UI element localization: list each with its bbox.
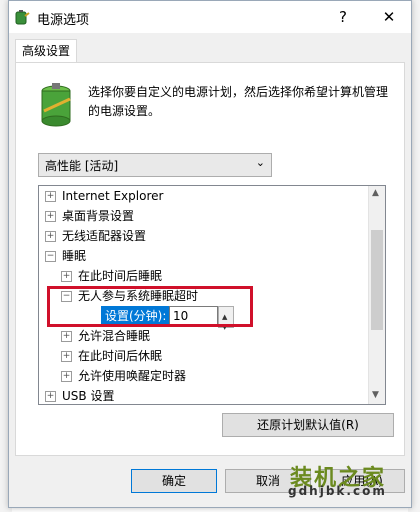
tree-item-label: Internet Explorer <box>62 189 164 203</box>
power-plan-icon <box>41 83 71 127</box>
title-bar: 电源选项 ? ✕ <box>9 1 411 33</box>
tree-item-internet-explorer[interactable]: + Internet Explorer <box>45 186 163 206</box>
tab-strip: 高级设置 <box>9 33 411 64</box>
tree-item-label: 在此时间后休眠 <box>78 349 163 363</box>
tree-item-label: 允许使用唤醒定时器 <box>78 369 187 383</box>
tree-item-label: 桌面背景设置 <box>62 209 135 223</box>
expand-icon[interactable]: + <box>45 211 56 222</box>
tree-item-sleep[interactable]: − 睡眠 <box>45 246 86 266</box>
help-button[interactable]: ? <box>321 1 365 33</box>
expand-icon[interactable]: + <box>45 191 56 202</box>
watermark-url: gdhjbk.com <box>288 484 387 498</box>
window-title: 电源选项 <box>37 13 90 28</box>
expand-icon[interactable]: + <box>45 231 56 242</box>
tab-advanced-settings[interactable]: 高级设置 <box>15 39 77 64</box>
tree-item-sleep-after[interactable]: + 在此时间后睡眠 <box>61 266 162 286</box>
tree-item-usb-settings[interactable]: + USB 设置 <box>45 386 115 404</box>
tree-item-label: 在此时间后睡眠 <box>78 269 163 283</box>
tree-item-label: USB 设置 <box>62 389 115 403</box>
scrollbar-thumb[interactable] <box>371 230 383 330</box>
power-plan-value: 高性能 [活动] <box>45 159 119 173</box>
chevron-down-icon: ⌄ <box>255 156 265 169</box>
expand-icon[interactable]: + <box>61 351 72 362</box>
ok-button[interactable]: 确定 <box>131 469 217 493</box>
collapse-icon[interactable]: − <box>45 251 56 262</box>
tree-item-hibernate-after[interactable]: + 在此时间后休眠 <box>61 346 162 366</box>
tree-item-label: 允许混合睡眠 <box>78 329 151 343</box>
tree-scrollbar[interactable]: ▲ ▼ <box>368 186 385 404</box>
expand-icon[interactable]: + <box>61 371 72 382</box>
description-text: 选择你要自定义的电源计划，然后选择你希望计算机管理的电源设置。 <box>88 85 389 118</box>
scroll-down-icon[interactable]: ▼ <box>372 390 379 400</box>
close-button[interactable]: ✕ <box>367 1 411 33</box>
tree-item-wake-timers[interactable]: + 允许使用唤醒定时器 <box>61 366 186 386</box>
advanced-settings-panel: 选择你要自定义的电源计划，然后选择你希望计算机管理的电源设置。 高性能 [活动]… <box>15 62 405 456</box>
tree-item-desktop-background[interactable]: + 桌面背景设置 <box>45 206 134 226</box>
scroll-up-icon[interactable]: ▲ <box>372 188 379 198</box>
tree-item-hybrid-sleep[interactable]: + 允许混合睡眠 <box>61 326 150 346</box>
power-battery-icon <box>15 10 30 25</box>
expand-icon[interactable]: + <box>61 331 72 342</box>
power-options-dialog: 电源选项 ? ✕ 高级设置 选择你要自定义的电源计划，然后选择你希望计算机管理的… <box>8 0 412 508</box>
expand-icon[interactable]: + <box>45 391 56 402</box>
expand-icon[interactable]: + <box>61 271 72 282</box>
power-plan-select[interactable]: 高性能 [活动] ⌄ <box>38 153 272 177</box>
watermark: 装机之家 gdhjbk.com <box>282 460 398 500</box>
annotation-highlight-box <box>47 286 253 327</box>
tree-item-wireless-adapter[interactable]: + 无线适配器设置 <box>45 226 146 246</box>
restore-defaults-button[interactable]: 还原计划默认值(R) <box>222 413 394 437</box>
tree-item-label: 无线适配器设置 <box>62 229 147 243</box>
tree-item-label: 睡眠 <box>62 249 87 263</box>
